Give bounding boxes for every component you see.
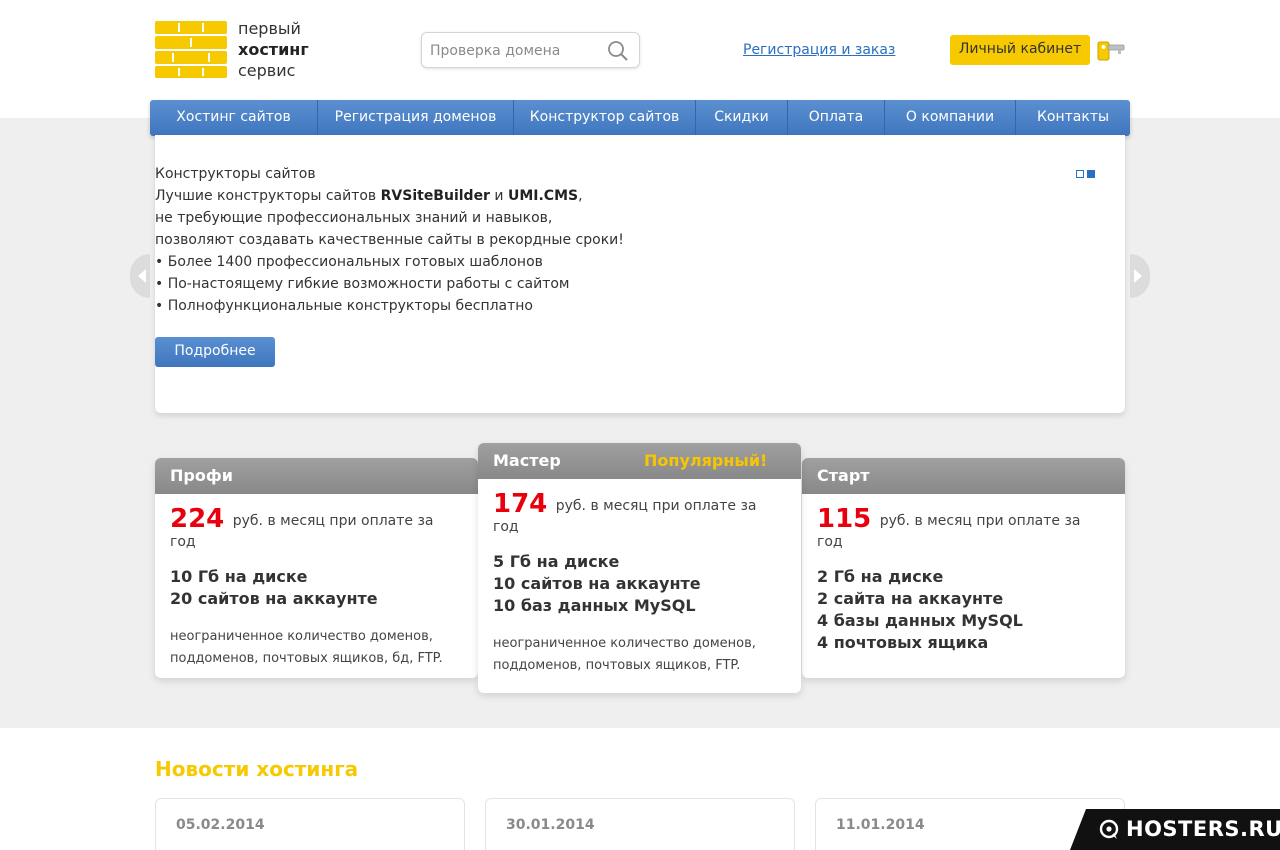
slide-umicms: UMI.CMS [507,188,579,204]
slide-line-1-pre: Лучшие конструкторы сайтов [155,188,381,204]
plan-price: 224 [170,504,225,534]
feature-item: 10 сайтов на аккаунте [493,574,701,593]
site-logo[interactable]: первый хостинг сервис [155,18,325,81]
logo-line-2: хостинг [238,40,309,59]
plan-price: 115 [817,504,872,534]
plan-name: Профи [155,458,478,494]
news-card[interactable]: 05.02.2014 [155,798,465,850]
domain-search-input[interactable] [430,41,605,61]
slide-text: Конструкторы сайтов Лучшие конструкторы … [155,163,624,317]
plan-card-master[interactable]: Мастер Популярный! 174 руб. в месяц при … [478,443,801,693]
news-date: 30.01.2014 [506,817,595,833]
chevron-left-icon [138,269,146,283]
news-date: 05.02.2014 [176,817,265,833]
plan-features: 2 Гб на диске 2 сайта на аккаунте 4 базы… [817,566,1110,654]
register-order-link[interactable]: Регистрация и заказ [743,42,895,58]
watermark-text: HOSTERS.RU [1126,817,1280,841]
slide-bullet-1: • Более 1400 профессиональных готовых ша… [155,254,543,270]
slide-heading: Конструкторы сайтов [155,166,316,182]
logo-line-1: первый [238,19,301,38]
news-date: 11.01.2014 [836,817,925,833]
slider-dot-2[interactable] [1087,170,1095,178]
search-icon[interactable] [607,40,629,62]
domain-search [421,32,640,68]
news-section-title: Новости хостинга [155,757,359,781]
plan-card-start[interactable]: Старт 115 руб. в месяц при оплате за год… [802,458,1125,678]
hosters-watermark: HOSTERS.RU [1070,809,1280,850]
extra-line: неограниченное количество доменов, [493,636,756,651]
news-card[interactable]: 30.01.2014 [485,798,795,850]
nav-item-contacts[interactable]: Контакты [1016,100,1130,136]
slide-line-1: Лучшие конструкторы сайтов RVSiteBuilder… [155,185,624,207]
logo-text: первый хостинг сервис [238,18,309,81]
plan-header: Мастер Популярный! [478,443,801,479]
feature-item: 2 сайта на аккаунте [817,589,1004,608]
price-line: 115 руб. в месяц при оплате за год [817,504,1110,550]
slide-bullet-2: • По-настоящему гибкие возможности работ… [155,276,570,292]
slide-bullet-3: • Полнофункциональные конструкторы беспл… [155,298,533,314]
chevron-right-icon [1134,269,1142,283]
slider-dots [1076,170,1095,178]
feature-item: 10 Гб на диске [170,567,308,586]
nav-item-discounts[interactable]: Скидки [696,100,788,136]
feature-item: 4 базы данных MySQL [817,611,1023,630]
extra-line: поддоменов, почтовых ящиков, бд, FTP. [170,651,443,666]
feature-item: 4 почтовых ящика [817,633,989,652]
slide-line-1-post: , [578,188,583,204]
feature-item: 5 Гб на диске [493,552,620,571]
plan-name: Мастер [493,451,561,470]
slide-line-3: позволяют создавать качественные сайты в… [155,232,624,248]
promo-slider: Конструкторы сайтов Лучшие конструкторы … [155,135,1125,413]
plan-features: 10 Гб на диске 20 сайтов на аккаунте [170,566,463,610]
logo-stack-icon [155,21,227,78]
nav-item-hosting[interactable]: Хостинг сайтов [150,100,318,136]
feature-item: 20 сайтов на аккаунте [170,589,378,608]
extra-line: неограниченное количество доменов, [170,629,433,644]
plan-card-profi[interactable]: Профи 224 руб. в месяц при оплате за год… [155,458,478,678]
price-line: 224 руб. в месяц при оплате за год [170,504,463,550]
extra-line: поддоменов, почтовых ящиков, FTP. [493,658,741,673]
plan-extra: неограниченное количество доменов, поддо… [170,626,463,670]
more-details-button[interactable]: Подробнее [155,337,275,367]
plan-name: Старт [802,458,1125,494]
plan-features: 5 Гб на диске 10 сайтов на аккаунте 10 б… [493,551,786,617]
chat-bubble-icon [1099,819,1119,839]
plan-extra: неограниченное количество доменов, поддо… [493,633,786,677]
nav-item-domains[interactable]: Регистрация доменов [318,100,514,136]
nav-item-about[interactable]: О компании [885,100,1016,136]
feature-item: 10 баз данных MySQL [493,596,696,615]
main-nav: Хостинг сайтов Регистрация доменов Конст… [150,100,1130,136]
personal-cabinet-button[interactable]: Личный кабинет [950,35,1090,65]
nav-item-site-builder[interactable]: Конструктор сайтов [514,100,696,136]
nav-item-payment[interactable]: Оплата [788,100,885,136]
slider-dot-1[interactable] [1076,170,1084,178]
slide-rvsitebuilder: RVSiteBuilder [380,188,490,204]
feature-item: 2 Гб на диске [817,567,944,586]
plan-price: 174 [493,489,548,519]
slide-line-1-mid: и [489,188,508,204]
key-icon[interactable] [1096,36,1126,64]
price-line: 174 руб. в месяц при оплате за год [493,489,786,535]
popular-badge: Популярный! [644,451,768,470]
logo-line-3: сервис [238,61,296,80]
slide-line-2: не требующие профессиональных знаний и н… [155,210,553,226]
